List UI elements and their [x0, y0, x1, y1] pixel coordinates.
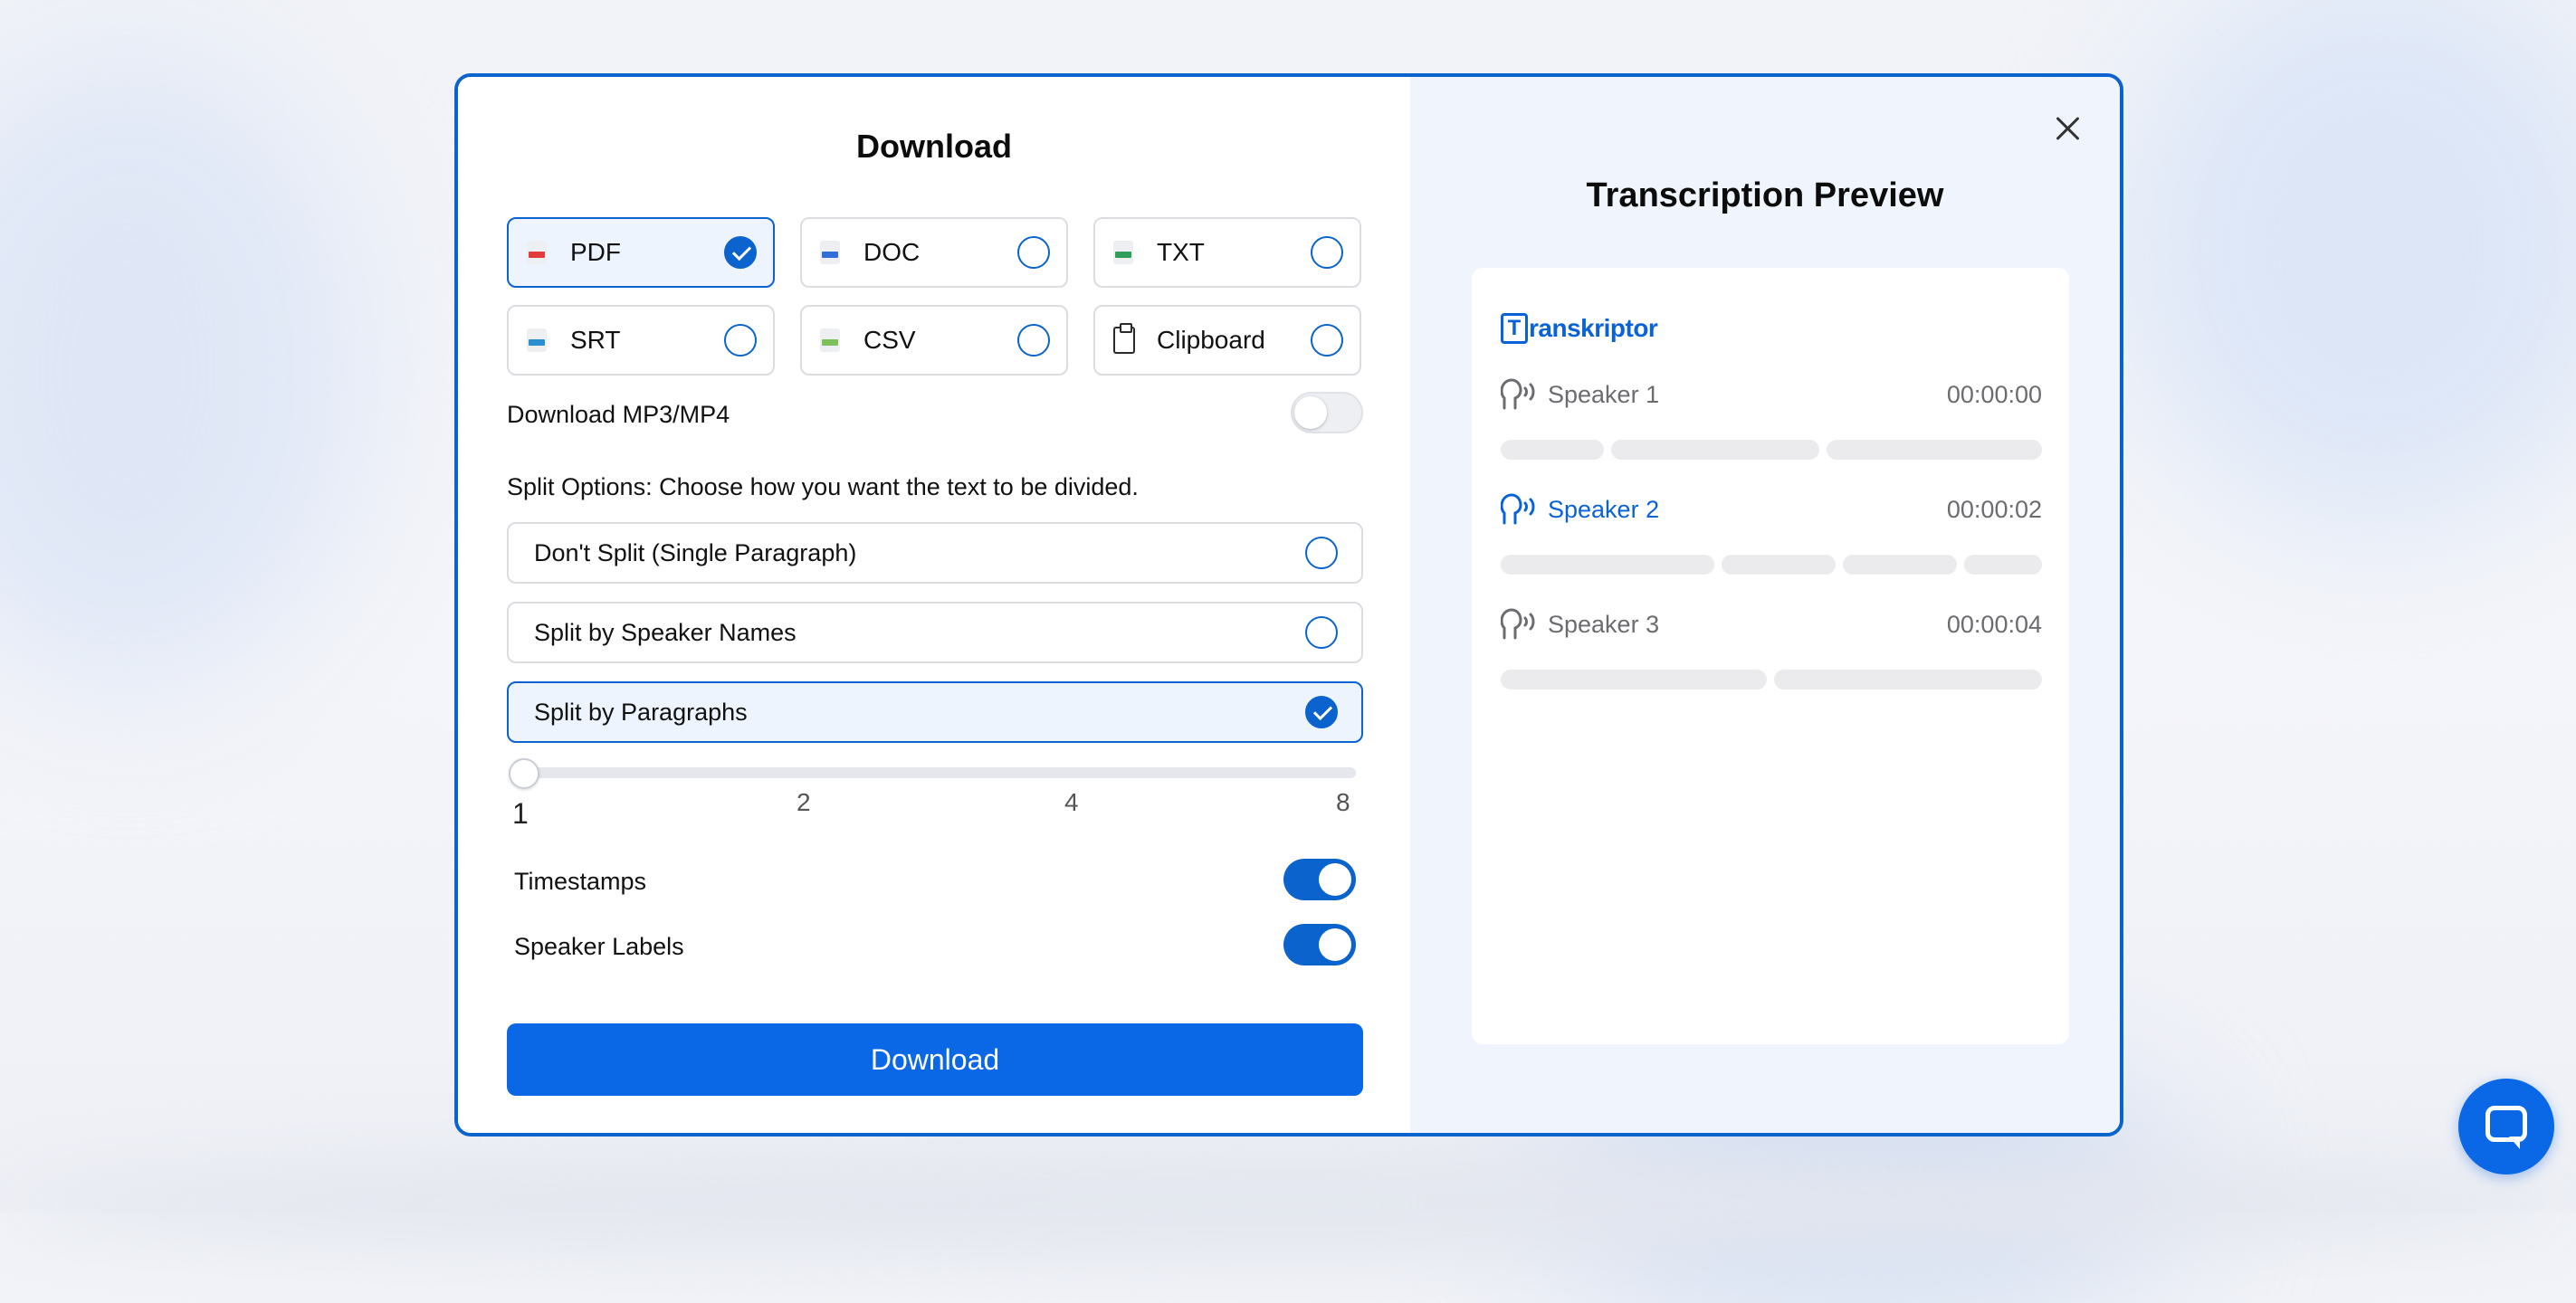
format-radio-srt[interactable] [724, 324, 757, 357]
srt-file-icon [527, 328, 547, 352]
text-placeholder [1501, 670, 1767, 690]
download-options-panel: Download PDF DOC TXT SRT CSV Clipboard D… [458, 77, 1410, 1133]
format-option-txt[interactable]: TXT [1093, 217, 1361, 288]
format-label: PDF [570, 238, 621, 266]
speaker-timestamp: 00:00:04 [1946, 610, 2042, 638]
close-icon[interactable] [2053, 113, 2084, 144]
split-option-label: Don't Split (Single Paragraph) [534, 538, 857, 566]
download-mp3-label: Download MP3/MP4 [507, 401, 730, 428]
txt-file-icon [1113, 241, 1133, 264]
format-option-doc[interactable]: DOC [800, 217, 1068, 288]
format-radio-csv[interactable] [1017, 324, 1050, 357]
format-label: DOC [863, 238, 921, 266]
text-placeholder [1501, 440, 1604, 460]
background-glow [2123, 0, 2576, 525]
slider-tick: 2 [797, 788, 811, 816]
paragraph-slider-track[interactable] [516, 767, 1356, 778]
text-placeholder [1722, 555, 1836, 575]
format-label: CSV [863, 326, 916, 354]
pdf-file-icon [527, 241, 547, 264]
split-option-label: Split by Speaker Names [534, 618, 797, 646]
split-options-heading: Split Options: Choose how you want the t… [507, 473, 1139, 500]
text-placeholder [1501, 555, 1714, 575]
slider-tick: 1 [512, 797, 529, 830]
timestamps-label: Timestamps [514, 868, 647, 895]
timestamps-toggle[interactable] [1283, 859, 1356, 900]
preview-title: Transcription Preview [1586, 176, 1944, 214]
slider-tick: 4 [1064, 788, 1079, 816]
background-glow [0, 1149, 2576, 1258]
speaker-timestamp: 00:00:02 [1946, 495, 2042, 523]
chat-support-button[interactable] [2458, 1079, 2554, 1175]
speaker-labels-toggle[interactable] [1283, 924, 1356, 965]
transkriptor-logo: T ranskriptor [1501, 313, 1658, 344]
format-radio-doc[interactable] [1017, 236, 1050, 269]
chat-icon [2485, 1106, 2527, 1142]
format-option-csv[interactable]: CSV [800, 305, 1068, 376]
format-option-pdf[interactable]: PDF [507, 217, 775, 288]
preview-card: T ranskriptor Speaker 1 00:00:00 Speaker… [1472, 268, 2069, 1044]
clipboard-icon [1113, 323, 1135, 354]
download-mp3-toggle[interactable] [1291, 392, 1363, 433]
format-option-srt[interactable]: SRT [507, 305, 775, 376]
slider-tick: 8 [1336, 788, 1350, 816]
format-radio-txt[interactable] [1311, 236, 1343, 269]
speaker-icon [1501, 493, 1535, 525]
text-placeholder [1964, 555, 2042, 575]
format-radio-clipboard[interactable] [1311, 324, 1343, 357]
speaker-timestamp: 00:00:00 [1946, 380, 2042, 408]
csv-file-icon [820, 328, 840, 352]
text-placeholder [1774, 670, 2042, 690]
speaker-row: Speaker 3 00:00:04 [1501, 606, 2042, 642]
speaker-row: Speaker 1 00:00:00 [1501, 376, 2042, 413]
download-dialog: Download PDF DOC TXT SRT CSV Clipboard D… [454, 73, 2123, 1137]
format-label: TXT [1157, 238, 1205, 266]
doc-file-icon [820, 241, 840, 264]
text-placeholder [1827, 440, 2042, 460]
text-placeholder [1843, 555, 1957, 575]
speaker-name: Speaker 3 [1548, 610, 1660, 638]
download-button[interactable]: Download [507, 1023, 1363, 1096]
speaker-icon [1501, 378, 1535, 410]
format-label: Clipboard [1157, 326, 1265, 354]
format-option-clipboard[interactable]: Clipboard [1093, 305, 1361, 376]
format-radio-pdf[interactable] [724, 236, 757, 269]
speaker-name: Speaker 2 [1548, 495, 1660, 523]
speaker-icon [1501, 608, 1535, 640]
split-option-speaker[interactable]: Split by Speaker Names [507, 602, 1363, 663]
speaker-row: Speaker 2 00:00:02 [1501, 491, 2042, 528]
speaker-labels-label: Speaker Labels [514, 933, 684, 960]
split-option-label: Split by Paragraphs [534, 698, 748, 726]
split-radio-none[interactable] [1305, 537, 1338, 569]
background-glow [0, 54, 362, 688]
transcription-preview-panel: Transcription Preview T ranskriptor Spea… [1410, 77, 2120, 1133]
split-option-none[interactable]: Don't Split (Single Paragraph) [507, 522, 1363, 584]
speaker-name: Speaker 1 [1548, 380, 1660, 408]
format-label: SRT [570, 326, 621, 354]
split-option-paragraphs[interactable]: Split by Paragraphs [507, 681, 1363, 743]
split-radio-paragraphs[interactable] [1305, 696, 1338, 728]
paragraph-slider-thumb[interactable] [509, 758, 539, 789]
dialog-title: Download [856, 128, 1012, 165]
text-placeholder [1611, 440, 1819, 460]
split-radio-speaker[interactable] [1305, 616, 1338, 649]
